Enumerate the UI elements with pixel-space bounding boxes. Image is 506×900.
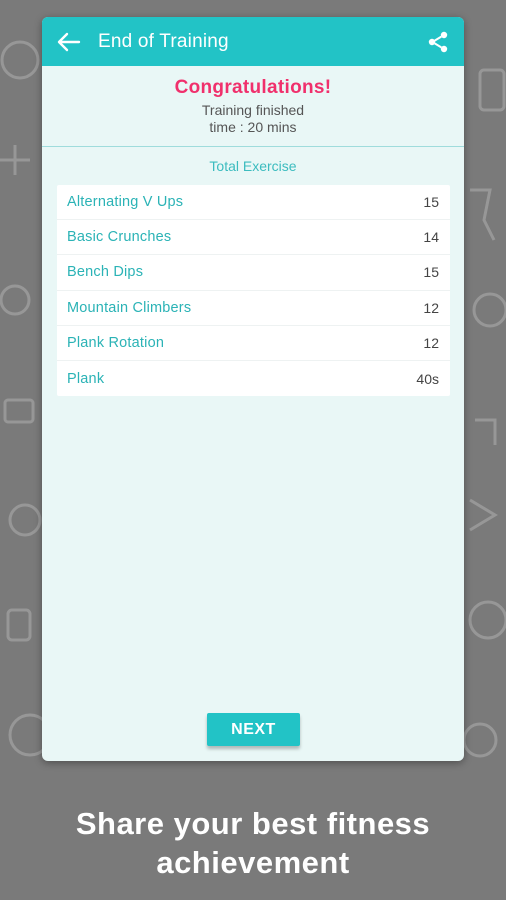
list-item[interactable]: Mountain Climbers 12 xyxy=(57,291,450,326)
share-icon[interactable] xyxy=(424,28,452,56)
arrow-left-icon[interactable] xyxy=(56,29,82,55)
promo-caption-line1: Share your best fitness xyxy=(75,806,431,841)
list-item[interactable]: Alternating V Ups 15 xyxy=(57,185,450,221)
training-finished-text: Training finished xyxy=(201,102,305,118)
exercise-name: Basic Crunches xyxy=(67,229,172,246)
training-time-text: time : 20 mins xyxy=(209,119,297,135)
exercise-count: 12 xyxy=(423,334,439,351)
exercise-count: 15 xyxy=(423,194,439,211)
list-item[interactable]: Bench Dips 15 xyxy=(57,255,450,291)
section-title: Total Exercise xyxy=(209,158,297,174)
exercise-count: 15 xyxy=(423,264,439,281)
promo-caption: Share your best fitness achievement xyxy=(0,804,506,882)
exercise-name: Bench Dips xyxy=(67,264,144,281)
exercise-name: Plank xyxy=(67,370,105,387)
exercise-count: 40s xyxy=(416,370,439,387)
exercise-list: Alternating V Ups 15 Basic Crunches 14 B… xyxy=(57,185,450,397)
list-item[interactable]: Basic Crunches 14 xyxy=(57,220,450,256)
list-item[interactable]: Plank Rotation 12 xyxy=(57,326,450,361)
list-item[interactable]: Plank 40s xyxy=(57,361,450,396)
divider xyxy=(42,146,464,147)
exercise-count: 12 xyxy=(423,299,439,316)
exercise-name: Plank Rotation xyxy=(67,334,165,351)
app-screen: End of Training Congratulations! Trainin… xyxy=(42,17,464,761)
next-button[interactable]: NEXT xyxy=(207,713,300,746)
congratulations-heading: Congratulations! xyxy=(174,77,332,98)
exercise-name: Mountain Climbers xyxy=(67,299,192,316)
promo-caption-line2: achievement xyxy=(156,845,350,880)
exercise-name: Alternating V Ups xyxy=(67,194,184,211)
page-title: End of Training xyxy=(98,30,229,52)
exercise-count: 14 xyxy=(423,229,439,246)
app-bar: End of Training xyxy=(42,17,464,66)
